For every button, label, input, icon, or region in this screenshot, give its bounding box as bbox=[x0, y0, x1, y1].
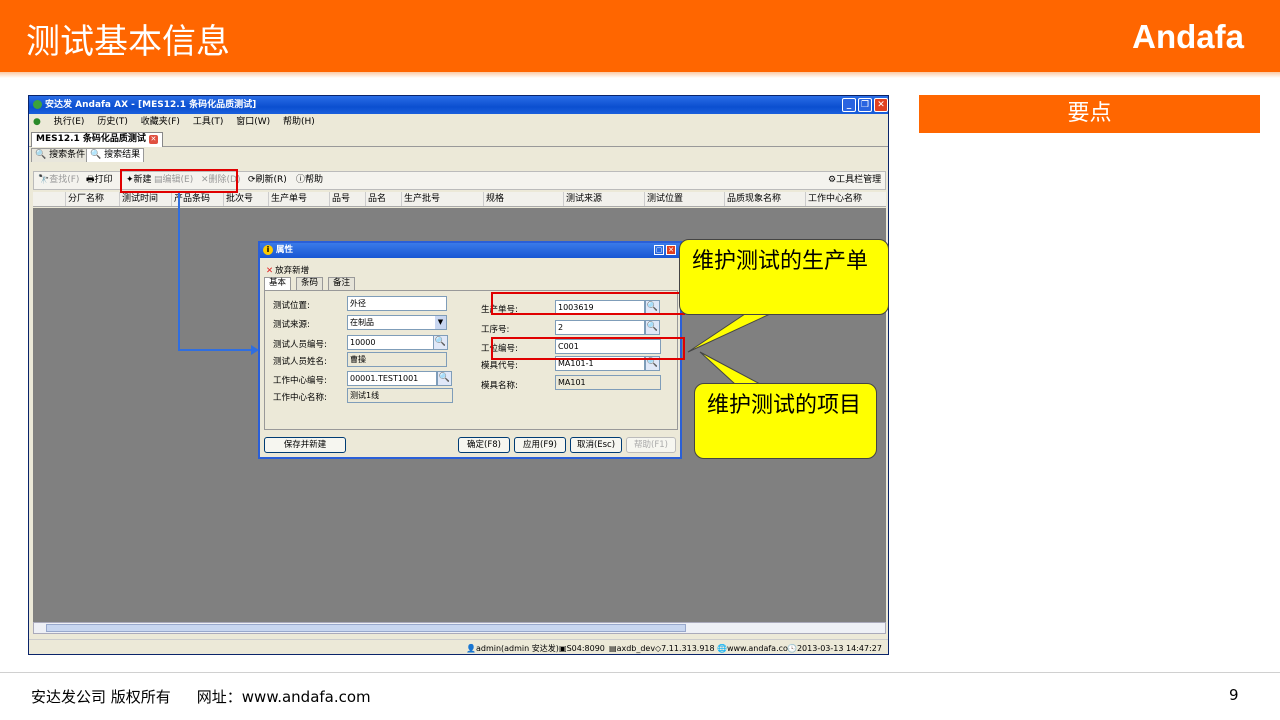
footer-website: 网址：www.andafa.com bbox=[196, 688, 371, 706]
footer: 安达发公司 版权所有 网址：www.andafa.com bbox=[31, 686, 397, 707]
callout-test-item: 维护测试的项目 bbox=[694, 383, 877, 459]
page-number: 9 bbox=[1229, 686, 1239, 704]
footer-copyright: 安达发公司 版权所有 bbox=[31, 688, 171, 706]
callout-production-order: 维护测试的生产单 bbox=[679, 239, 889, 315]
footer-divider bbox=[0, 672, 1280, 673]
callout-pointers bbox=[687, 313, 771, 385]
